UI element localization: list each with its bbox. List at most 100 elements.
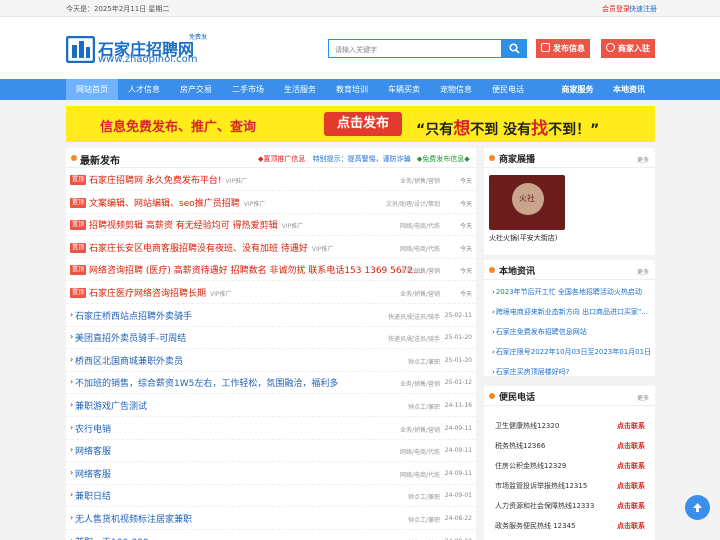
nav-item-life[interactable]: 生活服务 (274, 79, 326, 100)
news-item[interactable]: ›石家庄限号2022年10月03日至2023年01月01日 (492, 347, 651, 357)
listing-date: 今天 (459, 223, 472, 231)
listing-row[interactable]: › 不加班的销售，综合薪资1W5左右，工作轻松，氛围融洽，福利多 业务/销售/营销 2… (66, 372, 476, 395)
listing-row[interactable]: › 无人售货机视频标注居家兼职 钟点工/兼职 24-08-22 (66, 508, 476, 530)
listing-title[interactable]: 农行电销 (75, 422, 111, 435)
listing-row[interactable]: › 网络客服 网络/电商/代练 24-09-11 (66, 463, 476, 485)
back-to-top-button[interactable] (685, 495, 710, 520)
nav-item-property[interactable]: 房产交易 (170, 79, 222, 100)
banner-post-button[interactable]: 点击发布 (324, 112, 402, 136)
listing-title[interactable]: 兼职一天100-300 (75, 535, 149, 540)
top-promo-link[interactable]: ◆置顶推广信息 (258, 155, 305, 163)
news-header: 本地资讯 更多 (484, 260, 655, 280)
listing-row[interactable]: › 网络客服 网络/电商/代练 24-09-11 (66, 440, 476, 463)
search-input[interactable]: 请输入关键字 (328, 39, 502, 58)
news-item[interactable]: ›跨境电商迎来新业态新方向 出口商品进口买家"... (492, 307, 648, 317)
nav-item-merchant[interactable]: 商家服务 (550, 79, 605, 100)
listing-title[interactable]: 石家庄医疗网络咨询招聘长期 VIP推广 (89, 286, 232, 299)
merchant-join-button[interactable]: 商家入驻 (601, 39, 655, 58)
nav-item-pets[interactable]: 宠物信息 (430, 79, 482, 100)
nav-item-education[interactable]: 教育培训 (326, 79, 378, 100)
listing-category: 业务/销售/营销 (399, 268, 440, 276)
chevron-right-icon: › (70, 422, 74, 432)
listing-row-top[interactable]: 置顶 石家庄医疗网络咨询招聘长期 VIP推广 业务/销售/营销 今天 (66, 282, 476, 304)
news-item[interactable]: ›2023年节后开工忙 全国各地招聘活动火热启动 (492, 287, 642, 297)
listing-title[interactable]: 网络客服 (75, 467, 111, 480)
contact-button[interactable]: 点击联系 (617, 441, 645, 451)
banner-tagline: “只有想不到 没有找不到！” (416, 119, 600, 139)
listing-date: 25-01-20 (444, 356, 472, 364)
section-bullet-icon (489, 155, 495, 161)
listing-row[interactable]: › 兼职游戏广告测试 钟点工/兼职 24-11-16 (66, 395, 476, 417)
register-link[interactable]: 快速注册 (629, 4, 657, 14)
top-bar: 今天是：2025年2月11日 星期二 会员登录 快速注册 (0, 0, 720, 17)
shops-header: 商家展播 更多 (484, 148, 655, 168)
listing-category: 钟点工/兼职 (407, 404, 440, 411)
listing-date: 25-01-20 (444, 334, 472, 342)
vip-tag: VIP推广 (243, 200, 266, 208)
listing-category: 网络/电商/代练 (399, 223, 440, 231)
listing-row-top[interactable]: 置顶 网络咨询招聘 (医疗) 高薪资待遇好 招聘数名 非诚勿扰 联系电话153 1… (66, 259, 476, 282)
listing-title[interactable]: 兼职日结 (75, 489, 111, 502)
contact-button[interactable]: 点击联系 (617, 501, 645, 511)
listing-row[interactable]: › 美团直招外卖员骑手-可周结 快递员/配送员/骑手 25-01-20 (66, 327, 476, 350)
listing-date: 今天 (459, 178, 472, 185)
nav-item-phones[interactable]: 便民电话 (482, 79, 534, 100)
nav-item-vehicles[interactable]: 车辆买卖 (378, 79, 430, 100)
listing-title[interactable]: 石家庄桥西站点招聘外卖骑手 (75, 309, 192, 322)
listing-category: 文员/助理/设计/策划 (385, 200, 440, 208)
logo-icon[interactable] (66, 36, 95, 63)
news-item[interactable]: ›石家庄免费发布招聘信息网站 (492, 327, 587, 337)
listing-title[interactable]: 网络咨询招聘 (医疗) 高薪资待遇好 招聘数名 非诚勿扰 联系电话153 136… (89, 263, 426, 276)
listing-row[interactable]: › 石家庄桥西站点招聘外卖骑手 快递员/配送员/骑手 25-02-11 (66, 305, 476, 327)
listing-row[interactable]: › 兼职日结 钟点工/兼职 24-09-01 (66, 485, 476, 508)
top-badge: 置顶 (70, 197, 86, 208)
nav-item-talent[interactable]: 人才信息 (118, 79, 170, 100)
listing-title[interactable]: 不加班的销售，综合薪资1W5左右，工作轻松，氛围融洽，福利多 (75, 376, 338, 389)
nav-item-secondhand[interactable]: 二手市场 (222, 79, 274, 100)
news-more-link[interactable]: 更多 (637, 267, 649, 276)
chevron-right-icon: › (70, 536, 73, 540)
chevron-right-icon: › (70, 467, 74, 477)
listing-row[interactable]: › 农行电销 业务/销售/营销 24-09-11 (66, 418, 476, 440)
listing-row[interactable]: › 桥西区北国商城兼职外卖员 钟点工/兼职 25-01-20 (66, 350, 476, 372)
listing-row[interactable]: ›兼职一天100-300钟点工/兼职24-08-22 (66, 531, 476, 540)
listing-title[interactable]: 兼职游戏广告测试 (75, 399, 147, 412)
shop-logo-text: 火社 (519, 194, 535, 203)
shops-more-link[interactable]: 更多 (637, 155, 649, 164)
listing-row-top[interactable]: 置顶 石家庄招聘网 永久免费发布平台! VIP推广 业务/销售/营销 今天 (66, 169, 476, 191)
phones-more-link[interactable]: 更多 (637, 393, 649, 402)
search-button[interactable] (502, 39, 527, 58)
news-item[interactable]: ›石家庄买房顶层楼好吗? (492, 367, 570, 377)
contact-button[interactable]: 点击联系 (617, 421, 645, 431)
listing-title[interactable]: 文案编辑、网站编辑、seo推广员招聘 VIP推广 (89, 196, 265, 209)
listing-title[interactable]: 石家庄招聘网 永久免费发布平台! VIP推广 (89, 173, 247, 186)
listing-date: 25-01-12 (444, 379, 472, 387)
user-icon (606, 43, 615, 52)
contact-button[interactable]: 点击联系 (617, 461, 645, 471)
post-info-button[interactable]: 发布信息 (536, 39, 590, 58)
listing-row-top[interactable]: 置顶 招聘视频剪辑 高薪资 有无经验均可 得热爱剪辑 VIP推广 网络/电商/代练 今天 (66, 214, 476, 237)
nav-item-news[interactable]: 本地资讯 (603, 79, 655, 100)
listing-title[interactable]: 石家庄长安区电商客服招聘没有夜班、没有加班 待遇好 VIP推广 (89, 241, 333, 254)
listing-category: 快递员/配送员/骑手 (387, 313, 440, 321)
listing-date: 24-09-11 (444, 469, 472, 477)
nav-item-home[interactable]: 网站首页 (66, 79, 118, 100)
shop-image[interactable]: 火社 (489, 175, 565, 230)
shop-name[interactable]: 火社火锅(平安大街店) (489, 233, 557, 243)
free-post-link[interactable]: ◆免费发布信息◆ (417, 155, 470, 163)
listing-title[interactable]: 网络客服 (75, 444, 111, 457)
contact-button[interactable]: 点击联系 (617, 521, 645, 531)
listing-row-top[interactable]: 置顶 文案编辑、网站编辑、seo推广员招聘 VIP推广 文员/助理/设计/策划 今天 (66, 192, 476, 214)
current-date: 今天是：2025年2月11日 星期二 (66, 5, 170, 13)
login-link[interactable]: 会员登录 (602, 4, 630, 14)
listing-title[interactable]: 美团直招外卖员骑手-可周结 (75, 331, 186, 344)
promo-banner[interactable]: 信息免费发布、推广、查询 点击发布 “只有想不到 没有找不到！” (66, 106, 655, 142)
listing-category: 业务/销售/营销 (399, 178, 440, 185)
listing-title[interactable]: 无人售货机视频标注居家兼职 (75, 512, 192, 525)
vip-tag: VIP推广 (210, 291, 232, 298)
listing-title[interactable]: 桥西区北国商城兼职外卖员 (75, 354, 183, 367)
listing-title[interactable]: 招聘视频剪辑 高薪资 有无经验均可 得热爱剪辑 VIP推广 (89, 218, 303, 231)
listing-row-top[interactable]: 置顶 石家庄长安区电商客服招聘没有夜班、没有加班 待遇好 VIP推广 网络/电商/代练… (66, 237, 476, 259)
listing-date: 25-02-11 (444, 311, 472, 319)
contact-button[interactable]: 点击联系 (617, 481, 645, 491)
